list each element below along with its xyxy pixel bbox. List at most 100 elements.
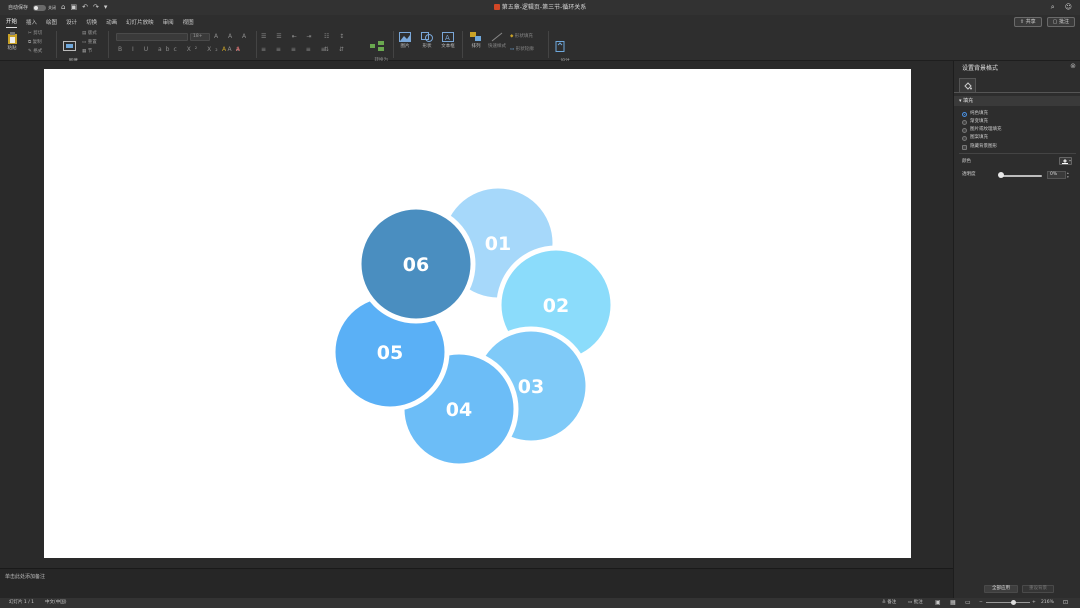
reading-view-icon[interactable]: ▭ (965, 598, 971, 608)
transparency-slider-track[interactable] (1000, 175, 1042, 177)
comments-toggle[interactable]: ▭ 批注 (908, 598, 923, 608)
more-icon[interactable]: ▾ (104, 4, 108, 11)
undo-icon[interactable]: ↶ (82, 4, 88, 11)
autosave-state: 关闭 (48, 4, 57, 10)
status-bar: 幻灯片 1 / 1 中文(中国) ≙ 备注 ▭ 批注 ▣ ▦ ▭ − + 216… (0, 598, 1080, 608)
fill-section-header[interactable]: ▾ 填充 (954, 96, 1080, 106)
slide-sorter-icon[interactable]: ▦ (950, 598, 956, 608)
solid-fill-option[interactable]: 纯色填充 (962, 111, 988, 117)
section-button[interactable]: ▦ 节 (82, 49, 92, 54)
fill-tab[interactable] (959, 78, 976, 92)
tab-transitions[interactable]: 切换 (86, 16, 97, 28)
notes-pane[interactable]: 单击此处添加备注 (0, 568, 953, 598)
shape-icon (421, 32, 433, 42)
columns-buttons[interactable]: ☷ ↕ (324, 33, 348, 40)
textbox-icon: A (442, 32, 454, 42)
layout-label: 版式 (87, 31, 97, 36)
cycle-label-04: 04 (446, 399, 472, 421)
apply-to-all-button[interactable]: 全部应用 (984, 585, 1018, 593)
radio-picture-fill[interactable] (962, 127, 967, 133)
hide-graphics-label: 隐藏背景图形 (970, 144, 997, 149)
copy-button[interactable]: ⧉ 复制 (28, 40, 42, 45)
home-icon[interactable]: ⌂ (61, 4, 65, 11)
paint-bucket-icon (1062, 159, 1071, 164)
redo-icon[interactable]: ↷ (93, 4, 99, 11)
format-painter-button[interactable]: ✎ 格式 (28, 49, 42, 54)
quick-styles-button[interactable]: 快速样式 (487, 32, 507, 49)
notes-toggle[interactable]: ≙ 备注 (882, 598, 896, 608)
shape-fill-button[interactable]: ◆ 形状填充 (510, 34, 533, 39)
pattern-fill-option[interactable]: 图案填充 (962, 135, 988, 141)
hide-graphics-option[interactable]: 隐藏背景图形 (962, 144, 997, 150)
normal-view-icon[interactable]: ▣ (935, 598, 941, 608)
picture-fill-option[interactable]: 图片或纹理填充 (962, 127, 1002, 133)
copy-label: 复制 (32, 40, 42, 45)
pane-title: 设置背景格式 (962, 65, 999, 72)
tab-animations[interactable]: 动画 (106, 16, 117, 28)
cycle-step-06[interactable]: 06 (356, 204, 476, 324)
font-name-select[interactable] (116, 33, 188, 41)
transparency-stepper[interactable]: ▴ ▾ (1067, 171, 1069, 179)
zoom-out-icon[interactable]: − (979, 598, 983, 608)
comments-button[interactable]: ▢ 批注 (1046, 17, 1075, 27)
language-indicator[interactable]: 中文(中国) (45, 598, 67, 608)
paint-bucket-icon (964, 82, 972, 90)
shape-outline-button[interactable]: ▭ 形状轮廓 (510, 47, 534, 52)
share-button[interactable]: ⇪ 共享 (1013, 17, 1042, 27)
zoom-slider-handle[interactable] (1011, 600, 1016, 605)
cycle-label-06: 06 (403, 254, 429, 276)
slide-canvas[interactable]: 01 02 03 04 05 06 (44, 69, 911, 558)
close-icon[interactable]: ⊗ (1070, 62, 1076, 70)
tab-review[interactable]: 审阅 (163, 16, 174, 28)
tab-slideshow[interactable]: 幻灯片放映 (126, 16, 154, 28)
color-label: 颜色 (962, 159, 971, 164)
new-slide-icon (62, 41, 76, 51)
account-icon[interactable]: ☺ (1065, 3, 1072, 12)
font-size-select[interactable]: 18+ (190, 33, 210, 41)
gradient-fill-option[interactable]: 渐变填充 (962, 119, 988, 125)
transparency-value: 0% (1050, 172, 1058, 177)
save-icon[interactable]: ▣ (70, 4, 77, 11)
tab-design[interactable]: 设计 (66, 16, 77, 28)
tab-insert[interactable]: 插入 (26, 16, 37, 28)
radio-pattern-fill[interactable] (962, 135, 967, 141)
reset-background-button[interactable]: 重设背景 (1022, 585, 1054, 593)
reset-button[interactable]: ▭ 重置 (82, 40, 97, 45)
zoom-slider-track[interactable] (986, 602, 1030, 603)
fit-to-window-icon[interactable]: ⊡ (1063, 598, 1068, 608)
notes-toggle-label: 备注 (887, 600, 897, 605)
quick-access-toolbar: 自动保存 关闭 ⌂ ▣ ↶ ↷ ▾ (0, 4, 108, 12)
svg-text:A: A (445, 34, 450, 42)
zoom-level[interactable]: 216% (1041, 598, 1054, 608)
hide-graphics-checkbox[interactable] (962, 144, 967, 150)
cut-button[interactable]: ✂ 剪切 (28, 31, 42, 36)
radio-solid-fill[interactable] (962, 111, 967, 117)
picture-button[interactable]: 图片 (396, 32, 414, 49)
text-direction-buttons[interactable]: ⇅ ⇵ (324, 46, 348, 53)
ribbon-home: 粘贴 ✂ 剪切 ⧉ 复制 ✎ 格式 新建 幻灯片 ▤ 版式 ▭ 重置 ▦ 节 1… (0, 28, 1080, 69)
autosave-toggle[interactable] (33, 4, 47, 11)
tab-view[interactable]: 视图 (183, 16, 194, 28)
transparency-slider-handle[interactable] (998, 172, 1004, 178)
layout-button[interactable]: ▤ 版式 (82, 31, 97, 36)
paste-button[interactable]: 粘贴 (4, 32, 20, 51)
comments-toggle-label: 批注 (913, 600, 923, 605)
zoom-in-icon[interactable]: + (1032, 598, 1036, 608)
list-buttons[interactable]: ☰ ☰ ⇤ ⇥ (261, 33, 316, 40)
arrange-button[interactable]: 排列 (467, 32, 485, 49)
format-label: 格式 (33, 49, 43, 54)
align-buttons[interactable]: ≡ ≡ ≡ ≡ ≡ (261, 46, 330, 53)
shape-button[interactable]: 形状 (418, 32, 436, 49)
transparency-input[interactable]: 0% (1047, 171, 1066, 179)
pattern-fill-label: 图案填充 (970, 135, 988, 140)
radio-gradient-fill[interactable] (962, 119, 967, 125)
font-color-buttons[interactable]: A A (222, 46, 244, 53)
color-picker-button[interactable] (1059, 157, 1072, 165)
textbox-button[interactable]: A 文本框 (438, 32, 458, 49)
tab-draw[interactable]: 绘图 (46, 16, 57, 28)
search-icon[interactable]: ⌕ (1051, 3, 1055, 12)
reset-label: 重置 (87, 40, 97, 45)
clear-format-icon[interactable]: A (242, 33, 250, 40)
font-size-adjust[interactable]: A A (214, 33, 236, 40)
tab-home[interactable]: 开始 (6, 15, 18, 28)
